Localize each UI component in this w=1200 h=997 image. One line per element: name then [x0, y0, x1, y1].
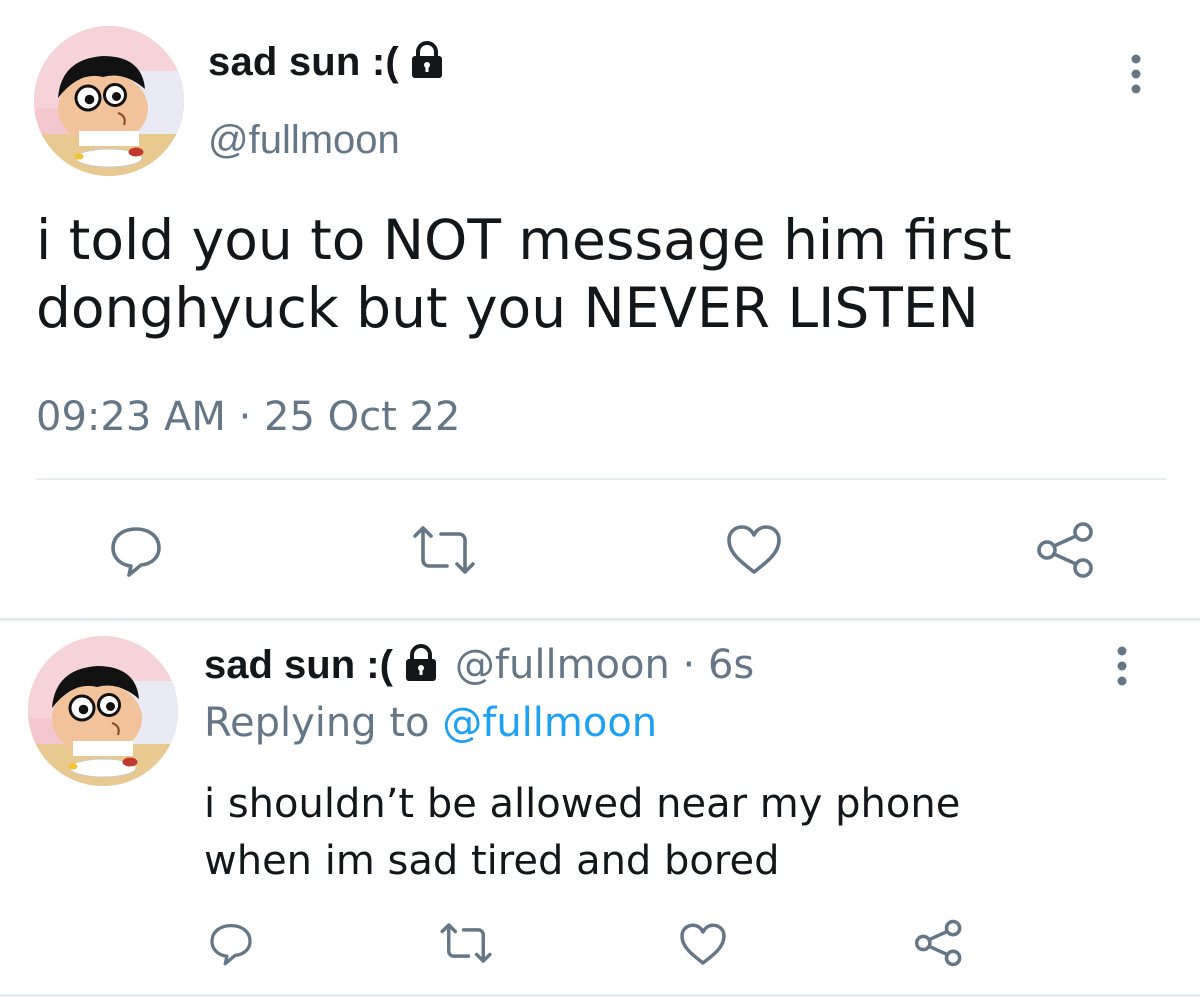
reply-author-row: sad sun :( @fullmoon · 6s — [204, 642, 754, 688]
share-button[interactable] — [1034, 520, 1098, 580]
lock-icon — [401, 643, 441, 688]
reply-tweet-text: i shouldn’t be allowed near my phone whe… — [204, 776, 960, 890]
reply-tweet-text-line: when im sad tired and bored — [204, 838, 780, 884]
retweet-icon — [413, 526, 475, 574]
reply-retweet-button[interactable] — [436, 920, 496, 966]
share-icon — [1037, 522, 1093, 578]
like-button[interactable] — [722, 520, 786, 580]
reply-icon — [210, 923, 252, 966]
reply-share-button[interactable] — [912, 918, 966, 968]
lock-icon — [407, 40, 447, 85]
main-tweet-text-line: i told you to NOT message him first — [36, 208, 1012, 272]
tweet-separator — [0, 618, 1200, 621]
main-display-name[interactable]: sad sun :( — [208, 40, 399, 85]
cartoon-boy-avatar-icon — [34, 26, 184, 176]
replying-to-mention[interactable]: @fullmoon — [442, 700, 657, 746]
replying-to-label: Replying to — [204, 700, 430, 746]
reply-tweet-text-line: i shouldn’t be allowed near my phone — [204, 781, 961, 827]
reply-button[interactable] — [106, 520, 166, 580]
reply-more-options-icon[interactable] — [1114, 646, 1130, 686]
reply-reply-button[interactable] — [206, 918, 256, 968]
more-options-icon[interactable] — [1128, 54, 1144, 94]
main-avatar[interactable] — [34, 26, 184, 176]
share-icon — [914, 919, 962, 967]
reply-like-button[interactable] — [676, 920, 730, 968]
reply-icon — [111, 527, 161, 577]
main-author-row: sad sun :( — [208, 40, 447, 85]
main-tweet-text-line: donghyuck but you NEVER LISTEN — [36, 276, 979, 340]
reply-display-name[interactable]: sad sun :( — [204, 643, 393, 688]
retweet-icon — [440, 923, 492, 963]
main-divider — [36, 478, 1166, 480]
main-timestamp[interactable]: 09:23 AM · 25 Oct 22 — [36, 394, 460, 440]
replying-to: Replying to @fullmoon — [204, 700, 657, 746]
main-tweet-text: i told you to NOT message him first dong… — [36, 206, 1156, 342]
cartoon-boy-avatar-icon — [28, 636, 178, 786]
reply-avatar[interactable] — [28, 636, 178, 786]
main-handle[interactable]: @fullmoon — [208, 118, 400, 163]
like-icon — [680, 922, 726, 965]
retweet-button[interactable] — [408, 520, 480, 580]
like-icon — [727, 525, 781, 574]
reply-handle-time[interactable]: @fullmoon · 6s — [455, 642, 754, 688]
